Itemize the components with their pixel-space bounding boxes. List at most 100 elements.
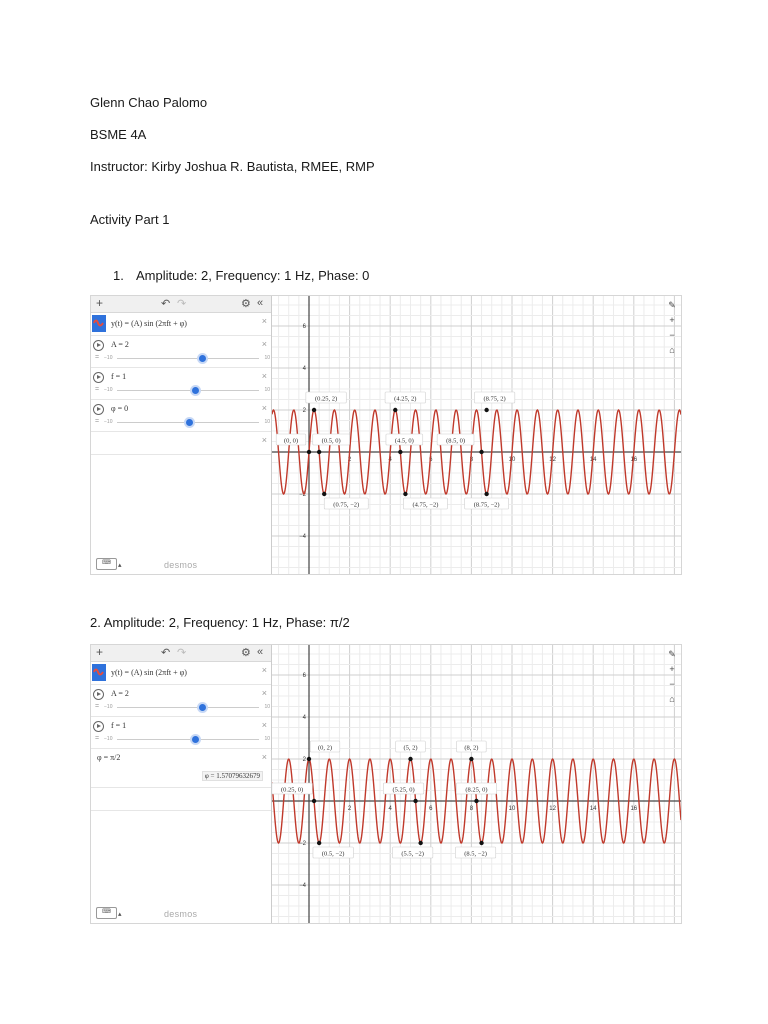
slider-track[interactable] — [117, 358, 259, 359]
home-icon[interactable]: ⌂ — [666, 343, 678, 358]
point-label: (5, 2) — [403, 745, 417, 752]
collapse-panel-button[interactable]: « — [257, 646, 263, 658]
delete-expression-icon[interactable]: × — [262, 688, 267, 698]
expression-row-phase[interactable]: φ = π/2 φ = 1.57079632679 × — [91, 749, 271, 788]
expression-text[interactable]: y(t) = (A) sin (2πft + φ) — [111, 319, 187, 328]
empty-expression-row[interactable] — [91, 788, 271, 811]
play-icon[interactable] — [93, 372, 104, 383]
point-marker — [316, 449, 322, 455]
point-marker — [474, 798, 479, 804]
expression-list: + ↶ ↷ ⚙ « y(t) = (A) sin (2πft + φ) × = … — [91, 645, 272, 923]
point-label: (0.5, 0) — [322, 438, 341, 445]
y-tick-label: 2 — [303, 757, 307, 763]
y-tick-label: 6 — [303, 673, 307, 679]
slider-row-frequency[interactable]: = f = 1 −10 10 × — [91, 717, 271, 749]
undo-button[interactable]: ↶ — [161, 297, 170, 310]
slider-handle[interactable] — [199, 704, 206, 711]
point-marker — [322, 491, 327, 497]
expression-toolbar: + ↶ ↷ ⚙ « — [91, 645, 271, 662]
point-label: (0.5, −2) — [322, 851, 345, 858]
desmos-graph-2[interactable]: + ↶ ↷ ⚙ « y(t) = (A) sin (2πft + φ) × = … — [90, 644, 682, 924]
point-label: (5.25, 0) — [392, 787, 414, 794]
delete-expression-icon[interactable]: × — [262, 665, 267, 675]
keyboard-icon[interactable]: ⌨ — [96, 558, 117, 570]
slider-track[interactable] — [117, 707, 259, 708]
point-marker — [311, 407, 317, 413]
x-tick-label: 10 — [509, 457, 516, 463]
slider-handle[interactable] — [186, 419, 193, 426]
expression-text[interactable]: y(t) = (A) sin (2πft + φ) — [111, 668, 187, 677]
amplitude-label[interactable]: A = 2 — [111, 689, 129, 698]
zoom-out-button[interactable]: − — [666, 677, 678, 692]
point-label: (5.5, −2) — [401, 851, 424, 858]
section: BSME 4A — [90, 127, 147, 142]
amplitude-label[interactable]: A = 2 — [111, 340, 129, 349]
delete-expression-icon[interactable]: × — [262, 339, 267, 349]
delete-expression-icon[interactable]: × — [262, 720, 267, 730]
delete-expression-icon[interactable]: × — [262, 752, 267, 762]
zoom-in-button[interactable]: + — [666, 313, 678, 328]
frequency-label[interactable]: f = 1 — [111, 721, 126, 730]
slider-row-amplitude[interactable]: = A = 2 −10 10 × — [91, 685, 271, 717]
graph-canvas-1[interactable]: 2 4 6 8 10 12 14 16642−2−4(0.25, 2) (4.25, 2) (8.… — [272, 296, 681, 574]
phase-label[interactable]: φ = 0 — [111, 404, 128, 413]
play-icon[interactable] — [93, 689, 104, 700]
redo-button[interactable]: ↷ — [177, 646, 186, 659]
slider-track[interactable] — [117, 390, 259, 391]
delete-expression-icon[interactable]: × — [262, 371, 267, 381]
zoom-out-button[interactable]: − — [666, 328, 678, 343]
expression-row-function[interactable]: y(t) = (A) sin (2πft + φ) × — [91, 662, 271, 685]
slider-row-frequency[interactable]: = f = 1 −10 10 × — [91, 368, 271, 400]
caret-up-icon[interactable]: ▴ — [118, 561, 122, 569]
item1-title: Amplitude: 2, Frequency: 1 Hz, Phase: 0 — [136, 268, 370, 283]
gear-icon[interactable]: ⚙ — [241, 297, 251, 310]
curve-color-icon[interactable] — [92, 315, 106, 332]
phase-label[interactable]: φ = π/2 — [97, 753, 120, 762]
collapse-panel-button[interactable]: « — [257, 297, 263, 309]
point-label: (0, 0) — [284, 438, 298, 445]
x-tick-label: 16 — [630, 806, 637, 812]
play-icon[interactable] — [93, 721, 104, 732]
point-marker — [479, 449, 484, 455]
frequency-label[interactable]: f = 1 — [111, 372, 126, 381]
redo-button[interactable]: ↷ — [177, 297, 186, 310]
add-expression-button[interactable]: + — [96, 645, 103, 659]
wrench-icon[interactable]: ✎ — [666, 298, 678, 313]
delete-expression-icon[interactable]: × — [262, 435, 267, 445]
slider-max: 10 — [264, 419, 270, 425]
slider-handle[interactable] — [192, 387, 199, 394]
play-icon[interactable] — [93, 340, 104, 351]
point-label: (8.5, 0) — [446, 438, 465, 445]
delete-expression-icon[interactable]: × — [262, 403, 267, 413]
zoom-in-button[interactable]: + — [666, 662, 678, 677]
keyboard-icon[interactable]: ⌨ — [96, 907, 117, 919]
x-tick-label: 14 — [590, 457, 597, 463]
graph-canvas-2[interactable]: 2 4 6 8 10 12 14 16642−2−4(0, 2) (5, 2) (8, 2)(0.… — [272, 645, 681, 923]
gear-icon[interactable]: ⚙ — [241, 646, 251, 659]
slider-min: −10 — [104, 704, 113, 710]
y-tick-label: 2 — [303, 408, 307, 414]
curve-color-icon[interactable] — [92, 664, 106, 681]
undo-button[interactable]: ↶ — [161, 646, 170, 659]
point-marker — [418, 840, 423, 846]
slider-row-phase[interactable]: = φ = 0 −10 10 × — [91, 400, 271, 432]
point-label: (0.75, −2) — [333, 502, 359, 509]
wrench-icon[interactable]: ✎ — [666, 647, 678, 662]
slider-handle[interactable] — [199, 355, 206, 362]
slider-row-amplitude[interactable]: = A = 2 −10 10 × — [91, 336, 271, 368]
slider-track[interactable] — [117, 739, 259, 740]
home-icon[interactable]: ⌂ — [666, 692, 678, 707]
graph-tools: ✎ + − ⌂ — [666, 298, 678, 358]
expression-row-function[interactable]: y(t) = (A) sin (2πft + φ) × — [91, 313, 271, 336]
play-icon[interactable] — [93, 404, 104, 415]
add-expression-button[interactable]: + — [96, 296, 103, 310]
slider-max: 10 — [264, 387, 270, 393]
slider-handle[interactable] — [192, 736, 199, 743]
caret-up-icon[interactable]: ▴ — [118, 910, 122, 918]
delete-expression-icon[interactable]: × — [262, 316, 267, 326]
empty-expression-row[interactable]: × — [91, 432, 271, 455]
point-marker — [403, 491, 408, 497]
slider-min: −10 — [104, 419, 113, 425]
point-label: (0, 2) — [318, 745, 332, 752]
desmos-graph-1[interactable]: + ↶ ↷ ⚙ « y(t) = (A) sin (2πft + φ) × = … — [90, 295, 682, 575]
